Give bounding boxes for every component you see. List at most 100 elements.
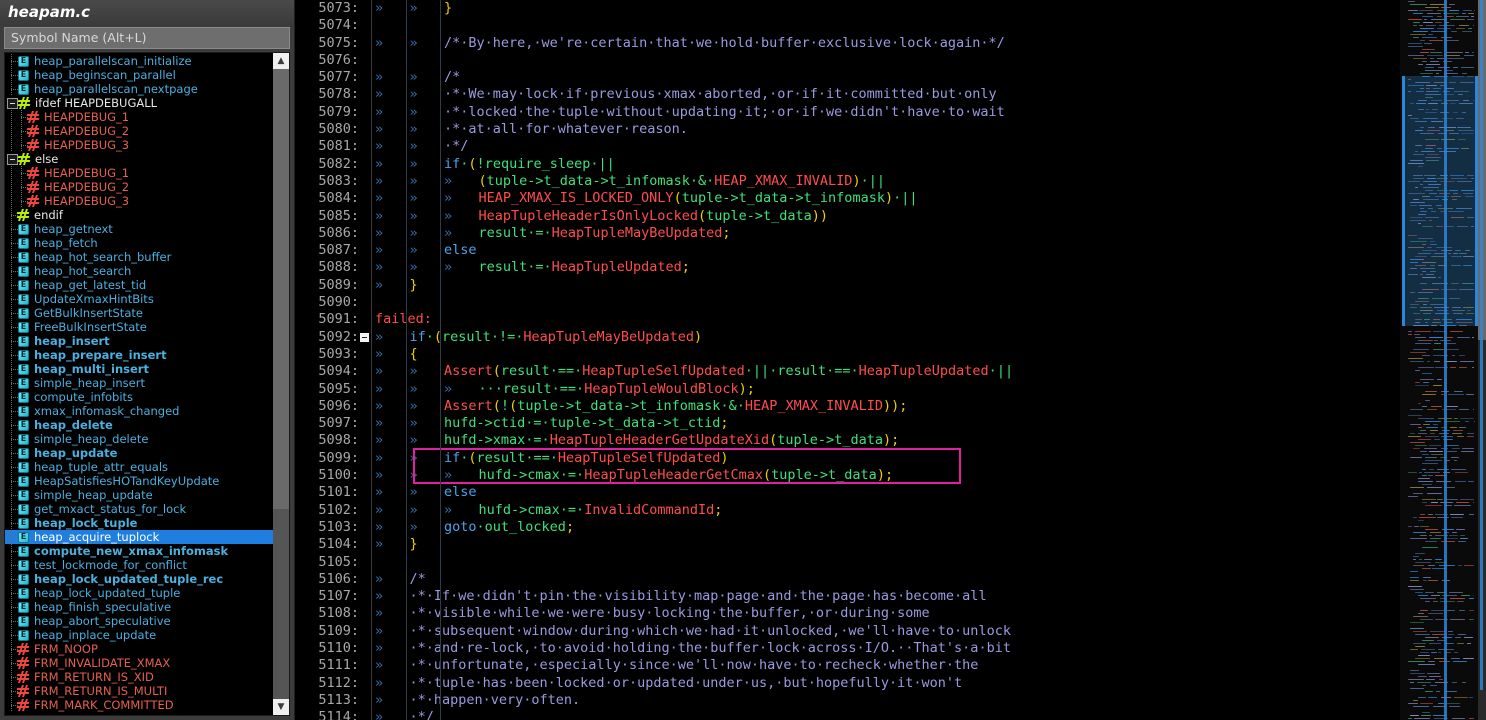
code-line[interactable]: 5098: »» hufd->xmax·=·HeapTupleHeaderGetUp… — [295, 432, 1400, 449]
sidebar-item-heapdebug-3[interactable]: HEAPDEBUG_3 — [5, 138, 273, 152]
sidebar-item-endif[interactable]: endif — [5, 208, 273, 222]
code-line[interactable]: 5073: »»} — [295, 0, 1400, 17]
code-line[interactable]: 5104: »} — [295, 536, 1400, 553]
code-line[interactable]: 5086: »»» result·=·HeapTupleMayBeUpdated; — [295, 225, 1400, 242]
sidebar-item-heapdebug-2[interactable]: HEAPDEBUG_2 — [5, 124, 273, 138]
sidebar-item-heap-abort-speculative[interactable]: heap_abort_speculative — [5, 614, 273, 628]
code-line[interactable]: 5079: »» ·*·locked·the·tuple·without·updat… — [295, 104, 1400, 121]
sidebar-item-heap-get-latest-tid[interactable]: heap_get_latest_tid — [5, 278, 273, 292]
code-line[interactable]: 5075: »»/*·By·here,·we're·certain·that·we… — [295, 35, 1400, 52]
code-line[interactable]: 5089: »} — [295, 277, 1400, 294]
sidebar-item-getbulkinsertstate[interactable]: GetBulkInsertState — [5, 306, 273, 320]
sidebar-item-heapdebug-1[interactable]: HEAPDEBUG_1 — [5, 166, 273, 180]
sidebar-item-frm-return-is-xid[interactable]: FRM_RETURN_IS_XID — [5, 670, 273, 684]
sidebar-item-heap-hot-search[interactable]: heap_hot_search — [5, 264, 273, 278]
editor-pane[interactable]: 5073: »»} 5074: 5075: »»/*·By·here,·we're·ce… — [295, 0, 1486, 720]
tree-collapse-toggle[interactable] — [7, 153, 18, 165]
code-line[interactable]: 5090: — [295, 294, 1400, 311]
sidebar-item-updatexmaxhintbits[interactable]: UpdateXmaxHintBits — [5, 292, 273, 306]
code-line[interactable]: 5080: »» ·*·at·all·for·whatever·reason. — [295, 121, 1400, 138]
code-line[interactable]: 5108: » ·*·visible·while·we·were·busy·lock… — [295, 605, 1400, 622]
code-line[interactable]: 5109: » ·*·subsequent·window·during·which·… — [295, 623, 1400, 640]
code-line[interactable]: 5107: » ·*·If·we·didn't·pin·the·visibility… — [295, 588, 1400, 605]
sidebar-item-compute-infobits[interactable]: compute_infobits — [5, 390, 273, 404]
sidebar-item-get-mxact-status-for-lock[interactable]: get_mxact_status_for_lock — [5, 502, 273, 516]
code-line[interactable]: 5103: »» goto·out_locked; — [295, 519, 1400, 536]
sidebar-item-heapdebug-1[interactable]: HEAPDEBUG_1 — [5, 110, 273, 124]
code-line[interactable]: 5087: »» else — [295, 242, 1400, 259]
symbol-tree[interactable]: heap_parallelscan_initializeheap_beginsc… — [4, 52, 290, 716]
sidebar-scrollbar-thumb[interactable] — [273, 69, 289, 509]
code-line[interactable]: 5114: » ·*/ — [295, 709, 1400, 720]
sidebar-item-heap-fetch[interactable]: heap_fetch — [5, 236, 273, 250]
sidebar-scrollbar[interactable]: ▲ ▼ — [273, 53, 289, 715]
sidebar-item-heapsatisfieshotandkeyupdate[interactable]: HeapSatisfiesHOTandKeyUpdate — [5, 474, 273, 488]
code-line[interactable]: 5085: »»» HeapTupleHeaderIsOnlyLocked(tupl… — [295, 208, 1400, 225]
code-line[interactable]: 5077: »»/* — [295, 69, 1400, 86]
sidebar-item-test-lockmode-for-conflict[interactable]: test_lockmode_for_conflict — [5, 558, 273, 572]
code-line[interactable]: 5082: »» if·(!require_sleep·|| — [295, 156, 1400, 173]
minimap[interactable] — [1400, 0, 1486, 720]
code-line[interactable]: 5105: — [295, 554, 1400, 571]
code-line[interactable]: 5093: »{ — [295, 346, 1400, 363]
code-line[interactable]: 5074: — [295, 17, 1400, 34]
code-line[interactable]: 5110: » ·*·and·re-lock,·to·avoid·holding·t… — [295, 640, 1400, 657]
sidebar-item-freebulkinsertstate[interactable]: FreeBulkInsertState — [5, 320, 273, 334]
symbol-search-input[interactable]: Symbol Name (Alt+L) — [4, 27, 290, 49]
sidebar-item-heap-parallelscan-nextpage[interactable]: heap_parallelscan_nextpage — [5, 82, 273, 96]
sidebar-item-heap-multi-insert[interactable]: heap_multi_insert — [5, 362, 273, 376]
code-line[interactable]: 5092: » if·(result·!=·HeapTupleMayBeUpdate… — [295, 329, 1400, 346]
code-line[interactable]: 5100: »»» hufd->cmax·=·HeapTupleHeaderGetC… — [295, 467, 1400, 484]
tree-collapse-toggle[interactable] — [7, 97, 18, 109]
code-line[interactable]: 5113: » ·*·happen·very·often. — [295, 692, 1400, 709]
sidebar-item-simple-heap-update[interactable]: simple_heap_update — [5, 488, 273, 502]
code-line[interactable]: 5091: failed: — [295, 311, 1400, 328]
sidebar-item-heap-inplace-update[interactable]: heap_inplace_update — [5, 628, 273, 642]
code-line[interactable]: 5094: »» Assert(result·==·HeapTupleSelfUpd… — [295, 363, 1400, 380]
sidebar-item-heapdebug-2[interactable]: HEAPDEBUG_2 — [5, 180, 273, 194]
code-line[interactable]: 5083: »»» (tuple->t_data->t_infomask·&·HEA… — [295, 173, 1400, 190]
code-line[interactable]: 5106: »/* — [295, 571, 1400, 588]
code-line[interactable]: 5097: »» hufd->ctid·=·tuple->t_data->t_cti… — [295, 415, 1400, 432]
sidebar-item-heap-update[interactable]: heap_update — [5, 446, 273, 460]
code-line[interactable]: 5088: »»» result·=·HeapTupleUpdated; — [295, 259, 1400, 276]
sidebar-item-frm-return-is-multi[interactable]: FRM_RETURN_IS_MULTI — [5, 684, 273, 698]
code-line[interactable]: 5111: » ·*·unfortunate,·especially·since·w… — [295, 657, 1400, 674]
sidebar-item-heap-insert[interactable]: heap_insert — [5, 334, 273, 348]
code-line[interactable]: 5084: »»» HEAP_XMAX_IS_LOCKED_ONLY(tuple->… — [295, 190, 1400, 207]
sidebar-item-heap-parallelscan-initialize[interactable]: heap_parallelscan_initialize — [5, 54, 273, 68]
chevron-down-icon[interactable]: ▼ — [273, 699, 289, 715]
code-line[interactable]: 5081: »» ·*/ — [295, 138, 1400, 155]
sidebar-item-heap-getnext[interactable]: heap_getnext — [5, 222, 273, 236]
sidebar-item-simple-heap-insert[interactable]: simple_heap_insert — [5, 376, 273, 390]
sidebar-item-heap-tuple-attr-equals[interactable]: heap_tuple_attr_equals — [5, 460, 273, 474]
sidebar-item-heap-delete[interactable]: heap_delete — [5, 418, 273, 432]
sidebar-item-frm-noop[interactable]: FRM_NOOP — [5, 642, 273, 656]
code-line[interactable]: 5076: — [295, 52, 1400, 69]
sidebar-item-compute-new-xmax-infomask[interactable]: compute_new_xmax_infomask — [5, 544, 273, 558]
code-line[interactable]: 5112: » ·*·tuple·has·been·locked·or·update… — [295, 675, 1400, 692]
sidebar-item-frm-invalidate-xmax[interactable]: FRM_INVALIDATE_XMAX — [5, 656, 273, 670]
code-line[interactable]: 5102: »»» hufd->cmax·=·InvalidCommandId; — [295, 502, 1400, 519]
sidebar-item-frm-mark-committed[interactable]: FRM_MARK_COMMITTED — [5, 698, 273, 712]
sidebar-item-heap-hot-search-buffer[interactable]: heap_hot_search_buffer — [5, 250, 273, 264]
sidebar-item-heap-prepare-insert[interactable]: heap_prepare_insert — [5, 348, 273, 362]
sidebar-item-heap-acquire-tuplock[interactable]: heap_acquire_tuplock — [5, 530, 273, 544]
code-line[interactable]: 5096: »» Assert(!(tuple->t_data->t_infomas… — [295, 398, 1400, 415]
sidebar-item-heap-beginscan-parallel[interactable]: heap_beginscan_parallel — [5, 68, 273, 82]
code-area[interactable]: 5073: »»} 5074: 5075: »»/*·By·here,·we're·ce… — [295, 0, 1400, 720]
sidebar-item-xmax-infomask-changed[interactable]: xmax_infomask_changed — [5, 404, 273, 418]
sidebar-item-heap-lock-updated-tuple-rec[interactable]: heap_lock_updated_tuple_rec — [5, 572, 273, 586]
sidebar-item-else[interactable]: else — [5, 152, 273, 166]
sidebar-item-simple-heap-delete[interactable]: simple_heap_delete — [5, 432, 273, 446]
sidebar-item-heap-lock-tuple[interactable]: heap_lock_tuple — [5, 516, 273, 530]
code-line[interactable]: 5078: »» ·*·We·may·lock·if·previous·xmax·a… — [295, 86, 1400, 103]
code-line[interactable]: 5099: »» if·(result·==·HeapTupleSelfUpdate… — [295, 450, 1400, 467]
sidebar-item-heap-finish-speculative[interactable]: heap_finish_speculative — [5, 600, 273, 614]
code-line[interactable]: 5101: »» else — [295, 484, 1400, 501]
sidebar-item-heapdebug-3[interactable]: HEAPDEBUG_3 — [5, 194, 273, 208]
sidebar-item-heap-lock-updated-tuple[interactable]: heap_lock_updated_tuple — [5, 586, 273, 600]
sidebar-item-ifdef-heapdebugall[interactable]: ifdef HEAPDEBUGALL — [5, 96, 273, 110]
chevron-up-icon[interactable]: ▲ — [273, 53, 289, 69]
code-line[interactable]: 5095: »»» ···result·==·HeapTupleWouldBlock… — [295, 381, 1400, 398]
